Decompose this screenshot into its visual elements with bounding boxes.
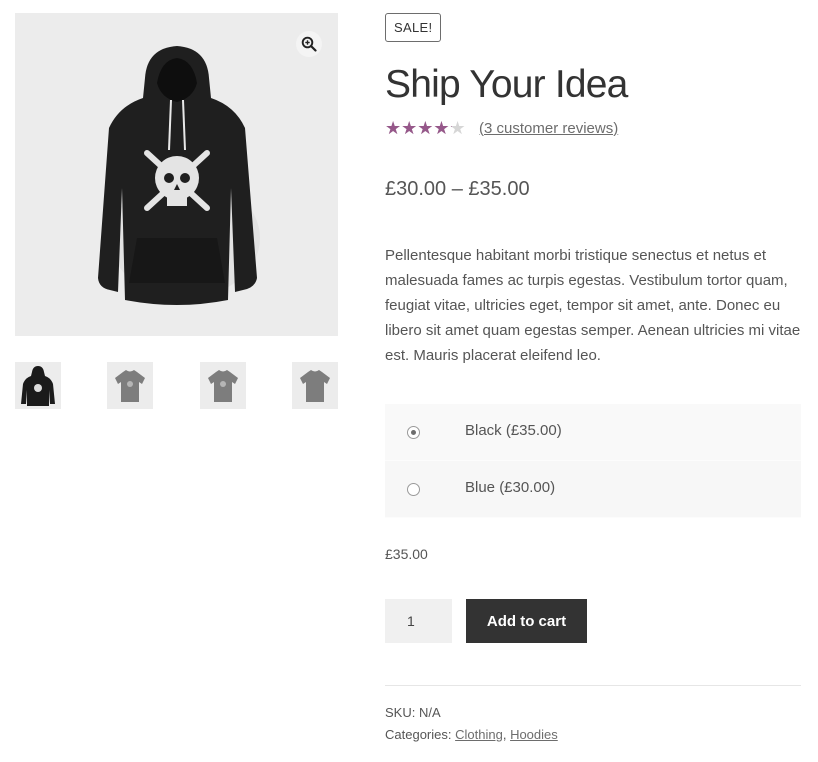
hoodie-thumbnail-image (21, 366, 55, 406)
star-rating: ★★★★★ ★★★★★ (385, 119, 469, 137)
hoodie-image (98, 46, 260, 305)
category-link-hoodies[interactable]: Hoodies (510, 727, 558, 742)
sku-value: N/A (418, 705, 441, 720)
variation-option-blue[interactable]: Blue (£30.00) (385, 461, 801, 518)
price-range: £30.00 – £35.00 (385, 178, 530, 200)
star-rating-filled-icon: ★★★★★ (385, 119, 452, 137)
product-description: Pellentesque habitant morbi tristique se… (385, 247, 801, 364)
categories-line: Categories: Clothing, Hoodies (385, 724, 558, 746)
category-link-clothing[interactable]: Clothing (455, 727, 503, 742)
sku-label: SKU: (385, 705, 416, 720)
variation-label: Black (£35.00) (465, 422, 562, 439)
sale-badge: SALE! (385, 13, 442, 42)
variation-radio-black[interactable] (407, 426, 420, 439)
tshirt-thumbnail-image (208, 370, 238, 402)
divider (385, 685, 801, 686)
product-rating: ★★★★★ ★★★★★ (3 customer reviews) (385, 118, 618, 138)
tshirt-thumbnail-image (115, 370, 145, 402)
tshirt-thumbnail-image (300, 370, 330, 402)
thumbnail-tshirt-3[interactable] (292, 362, 338, 409)
variation-options: Black (£35.00) Blue (£30.00) (385, 404, 801, 518)
zoom-button[interactable] (296, 31, 322, 57)
variation-option-black[interactable]: Black (£35.00) (385, 404, 801, 461)
sku-line: SKU: N/A (385, 702, 558, 724)
zoom-in-icon (301, 36, 317, 52)
thumbnail-tshirt-1[interactable] (107, 362, 153, 409)
variation-label: Blue (£30.00) (465, 479, 556, 496)
categories-label: Categories: (385, 727, 452, 742)
quantity-input[interactable] (385, 599, 452, 643)
thumbnail-strip (15, 362, 338, 409)
selected-variation-price: £35.00 (385, 546, 428, 562)
add-to-cart-button[interactable]: Add to cart (466, 599, 587, 643)
customer-reviews-link[interactable]: (3 customer reviews) (479, 120, 618, 137)
product-title: Ship Your Idea (385, 63, 628, 106)
thumbnail-hoodie[interactable] (15, 362, 61, 409)
product-main-image[interactable] (15, 13, 338, 336)
product-meta: SKU: N/A Categories: Clothing, Hoodies (385, 702, 558, 746)
thumbnail-tshirt-2[interactable] (200, 362, 246, 409)
variation-radio-blue[interactable] (407, 483, 420, 496)
category-separator: , (502, 727, 507, 742)
